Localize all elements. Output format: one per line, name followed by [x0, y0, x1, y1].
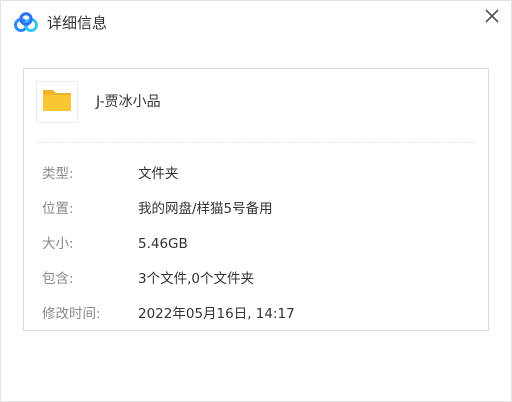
divider [36, 142, 476, 143]
file-name: J-贾冰小品 [96, 94, 161, 110]
detail-label: 位置: [42, 201, 74, 217]
detail-value: 3个文件,0个文件夹 [138, 271, 254, 287]
detail-row-location: 位置: 我的网盘/样猫5号备用 [42, 198, 472, 220]
dialog-title: 详细信息 [47, 14, 108, 32]
detail-label: 类型: [42, 166, 74, 182]
cloud-logo-icon [13, 12, 39, 34]
detail-value: 2022年05月16日, 14:17 [138, 306, 295, 322]
detail-row-contains: 包含: 3个文件,0个文件夹 [42, 268, 472, 290]
detail-row-type: 类型: 文件夹 [42, 163, 472, 185]
detail-value: 文件夹 [138, 166, 179, 182]
details-dialog: 详细信息 J-贾冰小品 类型: 文件夹 位置: 我的网盘/样猫5号备用 大小: … [0, 0, 512, 402]
close-icon [485, 8, 499, 27]
detail-value: 5.46GB [138, 236, 188, 252]
detail-label: 修改时间: [42, 306, 101, 322]
title-bar: 详细信息 [1, 1, 511, 45]
detail-row-size: 大小: 5.46GB [42, 233, 472, 255]
detail-label: 大小: [42, 236, 74, 252]
detail-row-modified: 修改时间: 2022年05月16日, 14:17 [42, 303, 472, 325]
folder-icon [41, 87, 73, 117]
detail-value: 我的网盘/样猫5号备用 [138, 201, 273, 217]
detail-label: 包含: [42, 271, 74, 287]
close-button[interactable] [478, 4, 506, 30]
file-thumbnail [36, 81, 78, 123]
details-panel: J-贾冰小品 类型: 文件夹 位置: 我的网盘/样猫5号备用 大小: 5.46G… [23, 68, 489, 331]
